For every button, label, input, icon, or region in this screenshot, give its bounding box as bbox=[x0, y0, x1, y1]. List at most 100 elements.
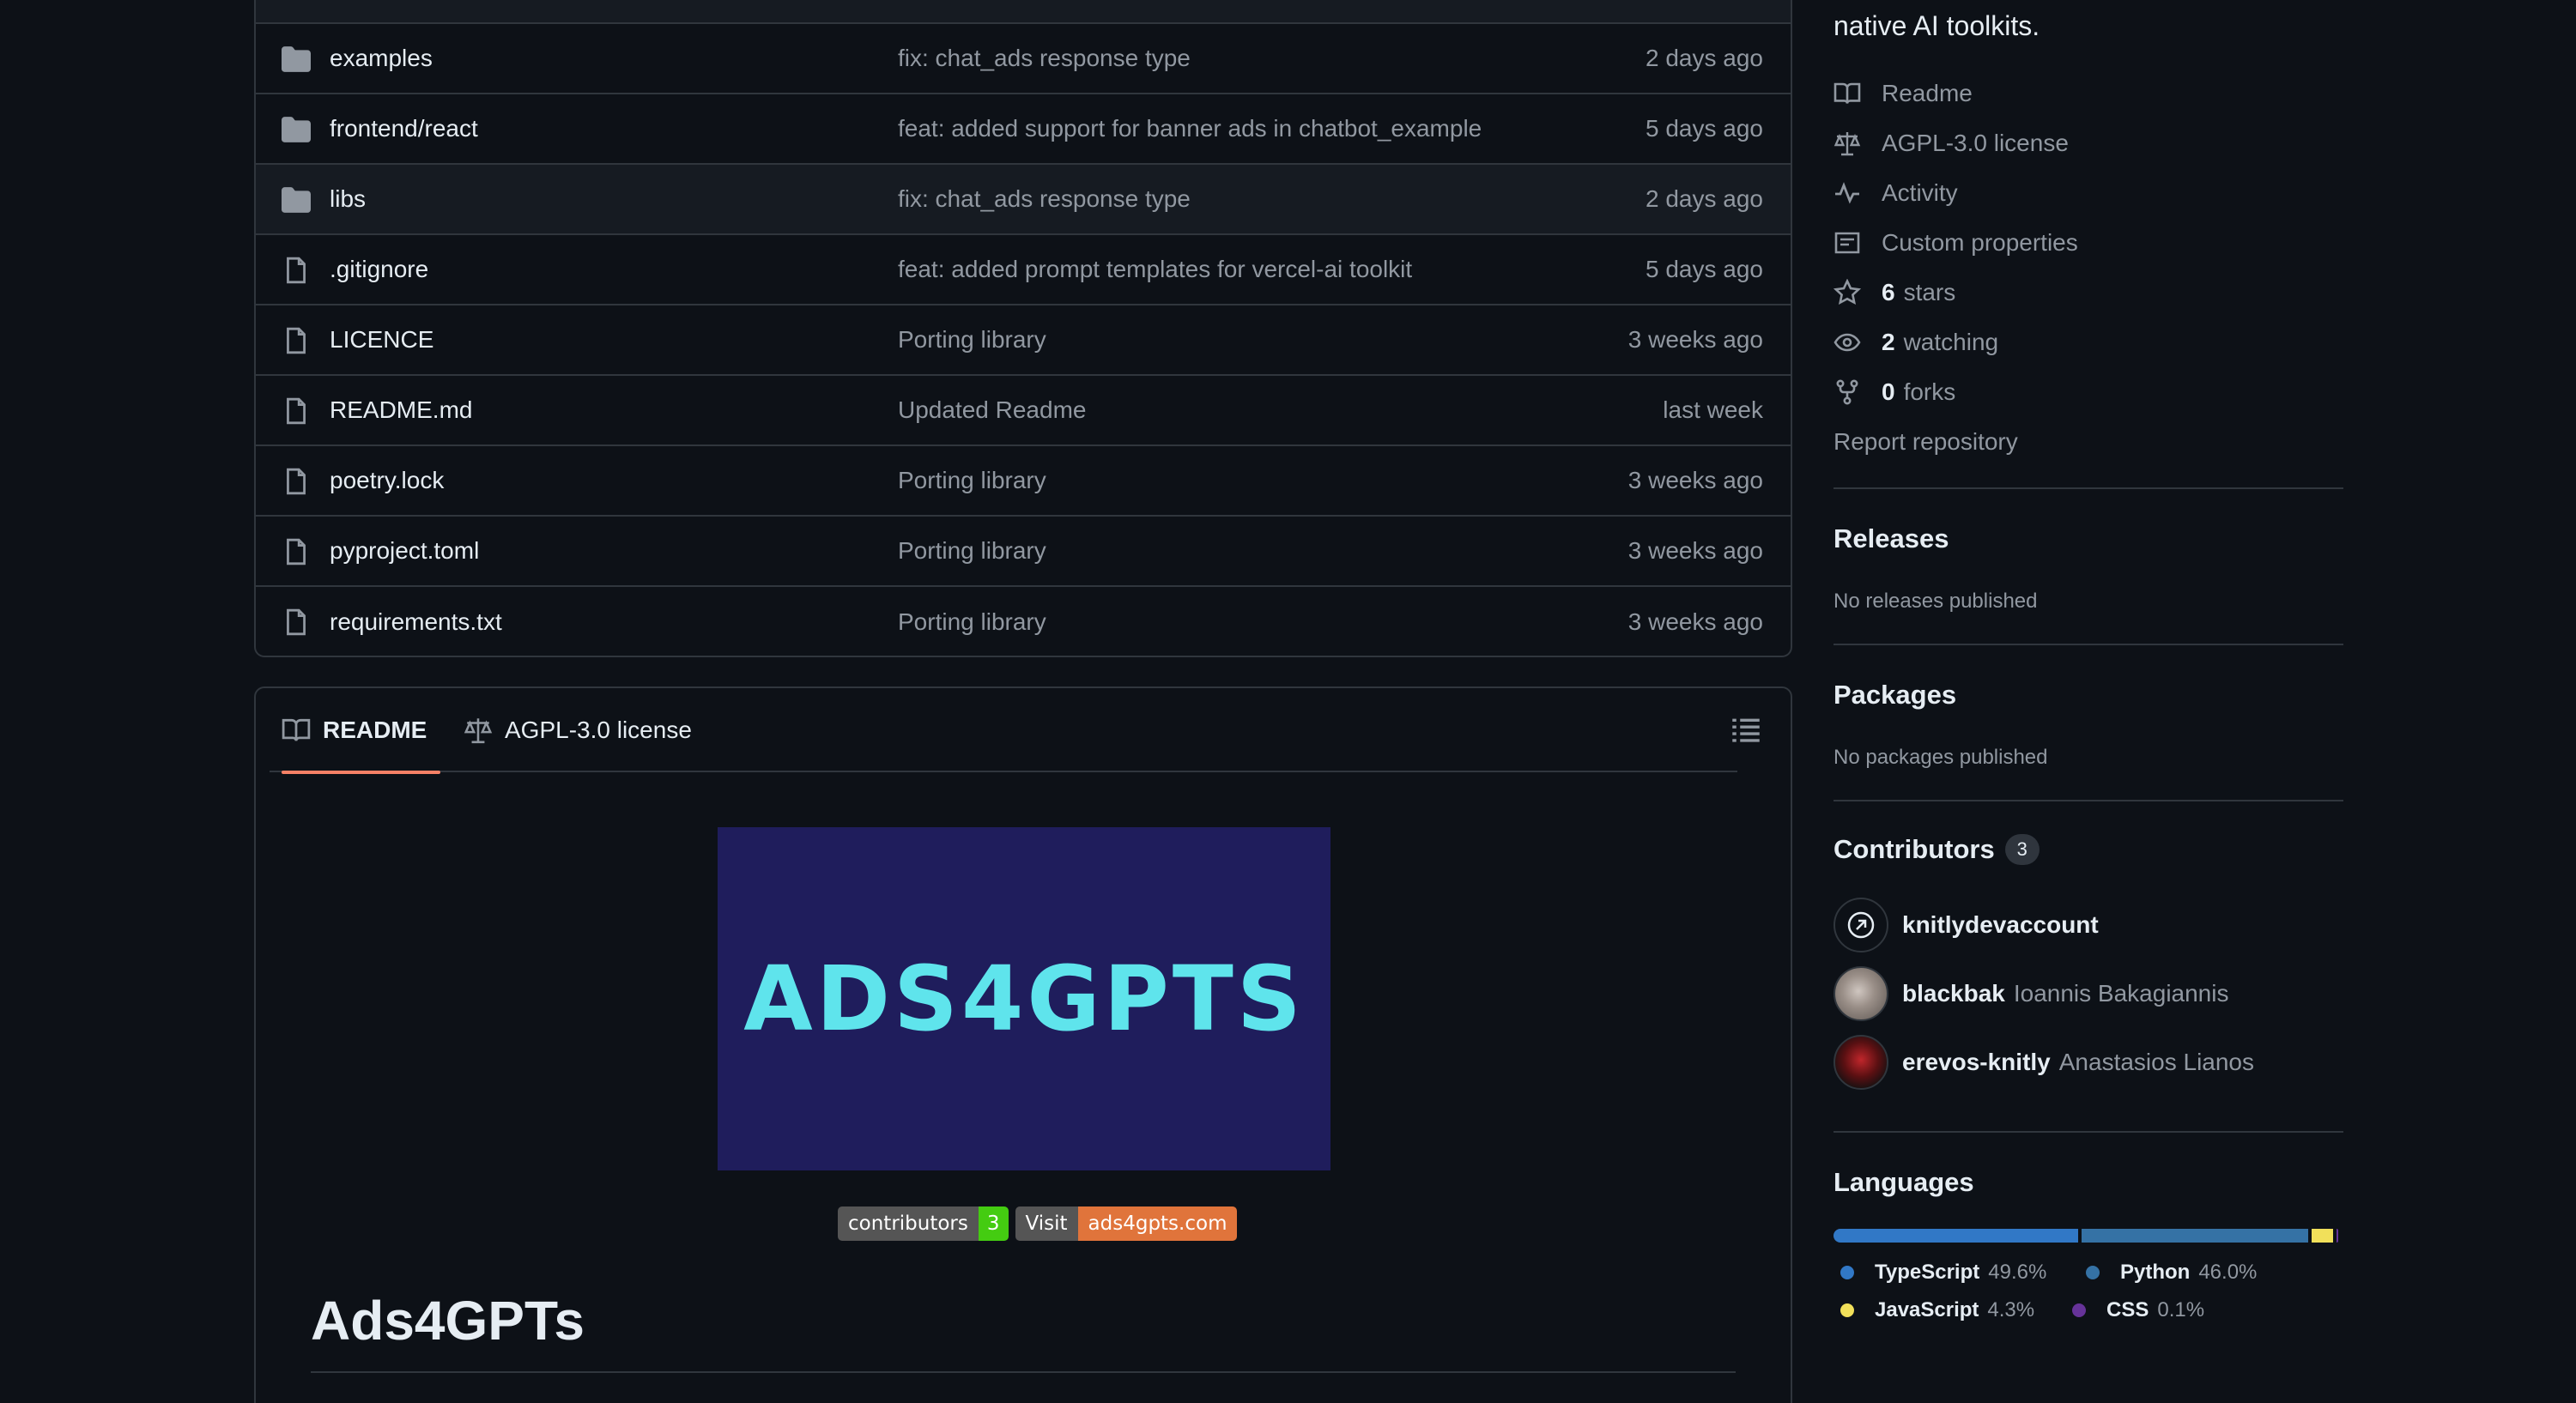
file-name-link[interactable]: pyproject.toml bbox=[330, 537, 479, 565]
fork-icon bbox=[1836, 379, 1858, 405]
table-row[interactable]: libs fix: chat_ads response type 2 days … bbox=[256, 165, 1791, 235]
file-icon bbox=[287, 397, 306, 425]
commit-message-link[interactable]: fix: chat_ads response type bbox=[898, 45, 1191, 72]
file-name-link[interactable]: poetry.lock bbox=[330, 467, 444, 494]
releases-heading[interactable]: Releases bbox=[1834, 523, 1949, 554]
contributor-item[interactable]: erevos-knitly Anastasios Lianos bbox=[1834, 1035, 2254, 1090]
contributors-count-badge: 3 bbox=[2004, 834, 2040, 865]
language-bar-segment bbox=[2082, 1229, 2309, 1243]
commit-time: 3 weeks ago bbox=[1627, 537, 1763, 564]
table-row[interactable]: README.md Updated Readme last week bbox=[256, 376, 1791, 446]
table-row[interactable]: frontend/react feat: added support for b… bbox=[256, 94, 1791, 165]
file-name-link[interactable]: LICENCE bbox=[330, 326, 433, 354]
sidebar-license-link[interactable]: AGPL-3.0 license bbox=[1834, 126, 2069, 160]
file-name-link[interactable]: libs bbox=[330, 185, 366, 213]
file-name-link[interactable]: README.md bbox=[330, 396, 472, 424]
commit-time: 5 days ago bbox=[1646, 256, 1763, 282]
law-icon bbox=[464, 718, 493, 744]
pulse-icon bbox=[1835, 182, 1859, 204]
file-icon bbox=[287, 327, 306, 354]
language-item[interactable]: JavaScript 4.3% bbox=[1840, 1297, 2034, 1323]
language-item[interactable]: TypeScript 49.6% bbox=[1840, 1260, 2046, 1285]
file-icon bbox=[287, 538, 306, 565]
folder-icon bbox=[282, 117, 311, 142]
book-icon bbox=[1834, 82, 1861, 104]
file-name-link[interactable]: examples bbox=[330, 45, 433, 72]
commit-message-link[interactable]: Porting library bbox=[898, 467, 1046, 494]
file-icon bbox=[287, 468, 306, 495]
visit-website-badge[interactable]: Visit ads4gpts.com bbox=[1015, 1206, 1238, 1241]
avatar bbox=[1834, 1035, 1888, 1090]
commit-message-link[interactable]: feat: added support for banner ads in ch… bbox=[898, 115, 1482, 142]
language-bar-segment bbox=[2337, 1229, 2338, 1243]
sidebar-readme-link[interactable]: Readme bbox=[1834, 76, 1973, 111]
sidebar-divider bbox=[1834, 644, 2343, 645]
sidebar-divider bbox=[1834, 487, 2343, 489]
sidebar-divider bbox=[1834, 1131, 2343, 1133]
table-row[interactable]: poetry.lock Porting library 3 weeks ago bbox=[256, 446, 1791, 517]
languages-heading: Languages bbox=[1834, 1167, 1974, 1197]
report-repository-link[interactable]: Report repository bbox=[1834, 425, 2018, 459]
language-progress-bar bbox=[1834, 1229, 2338, 1243]
contributor-item[interactable]: knitlydevaccount bbox=[1834, 898, 2107, 952]
language-item[interactable]: Python 46.0% bbox=[2086, 1260, 2257, 1285]
sidebar-activity-link[interactable]: Activity bbox=[1834, 176, 1958, 210]
table-row[interactable]: LICENCE Porting library 3 weeks ago bbox=[256, 305, 1791, 376]
banner-logo-text: ADS4GPTS bbox=[743, 946, 1305, 1051]
sidebar-watching-link[interactable]: 2 watching bbox=[1834, 325, 1998, 360]
commit-time: 3 weeks ago bbox=[1627, 326, 1763, 353]
folder-icon bbox=[282, 46, 311, 72]
file-name-link[interactable]: .gitignore bbox=[330, 256, 428, 283]
table-row[interactable]: .gitignore feat: added prompt templates … bbox=[256, 235, 1791, 305]
sidebar-custom-properties-link[interactable]: Custom properties bbox=[1834, 226, 2078, 260]
eye-icon bbox=[1834, 333, 1861, 352]
language-color-dot bbox=[2086, 1266, 2100, 1279]
contributor-item[interactable]: blackbak Ioannis Bakagiannis bbox=[1834, 966, 2228, 1021]
file-name-link[interactable]: requirements.txt bbox=[330, 608, 502, 636]
file-name-link[interactable]: frontend/react bbox=[330, 115, 478, 142]
language-color-dot bbox=[1840, 1266, 1854, 1279]
language-item[interactable]: CSS 0.1% bbox=[2072, 1297, 2204, 1323]
language-bar-segment bbox=[1834, 1229, 2079, 1243]
badge-row: contributors 3 Visit ads4gpts.com bbox=[838, 1206, 1238, 1241]
packages-heading[interactable]: Packages bbox=[1834, 680, 1956, 711]
file-icon bbox=[287, 257, 306, 284]
commit-message-link[interactable]: Porting library bbox=[898, 608, 1046, 636]
tab-readme[interactable]: README bbox=[282, 688, 441, 774]
readme-panel: README AGPL-3.0 license ADS4GPTS contrib… bbox=[254, 686, 1792, 1403]
table-row[interactable]: pyproject.toml Porting library 3 weeks a… bbox=[256, 517, 1791, 587]
avatar bbox=[1834, 966, 1888, 1021]
list-unordered-icon[interactable] bbox=[1730, 714, 1761, 745]
commit-time: 2 days ago bbox=[1646, 45, 1763, 71]
folder-icon bbox=[282, 187, 311, 213]
file-icon bbox=[287, 608, 306, 636]
language-bar-segment bbox=[2312, 1229, 2333, 1243]
contributors-badge[interactable]: contributors 3 bbox=[838, 1206, 1009, 1241]
sidebar-divider bbox=[1834, 800, 2343, 801]
file-table-header-strip bbox=[256, 0, 1791, 24]
commit-time: 5 days ago bbox=[1646, 115, 1763, 142]
commit-time: 3 weeks ago bbox=[1627, 467, 1763, 493]
file-table: examples fix: chat_ads response type 2 d… bbox=[254, 0, 1792, 657]
table-row[interactable]: requirements.txt Porting library 3 weeks… bbox=[256, 587, 1791, 656]
commit-message-link[interactable]: Porting library bbox=[898, 326, 1046, 354]
commit-message-link[interactable]: Porting library bbox=[898, 537, 1046, 565]
commit-message-link[interactable]: fix: chat_ads response type bbox=[898, 185, 1191, 213]
note-icon bbox=[1834, 232, 1860, 254]
commit-message-link[interactable]: Updated Readme bbox=[898, 396, 1086, 424]
sidebar-forks-link[interactable]: 0 forks bbox=[1834, 375, 1955, 409]
ads4gpts-banner-image: ADS4GPTS bbox=[718, 827, 1330, 1170]
readme-tab-bar: README AGPL-3.0 license bbox=[270, 688, 1737, 774]
star-icon bbox=[1834, 279, 1861, 305]
table-row[interactable]: examples fix: chat_ads response type 2 d… bbox=[256, 24, 1791, 94]
sidebar-stars-link[interactable]: 6 stars bbox=[1834, 275, 1955, 310]
avatar bbox=[1834, 898, 1888, 952]
packages-note: No packages published bbox=[1834, 746, 2048, 769]
tab-license[interactable]: AGPL-3.0 license bbox=[464, 688, 692, 772]
language-color-dot bbox=[1840, 1303, 1854, 1317]
commit-time: 2 days ago bbox=[1646, 185, 1763, 212]
about-description: native AI toolkits. bbox=[1834, 10, 2040, 41]
book-icon bbox=[282, 718, 311, 741]
contributors-heading[interactable]: Contributors 3 bbox=[1834, 834, 2040, 865]
commit-message-link[interactable]: feat: added prompt templates for vercel-… bbox=[898, 256, 1412, 283]
